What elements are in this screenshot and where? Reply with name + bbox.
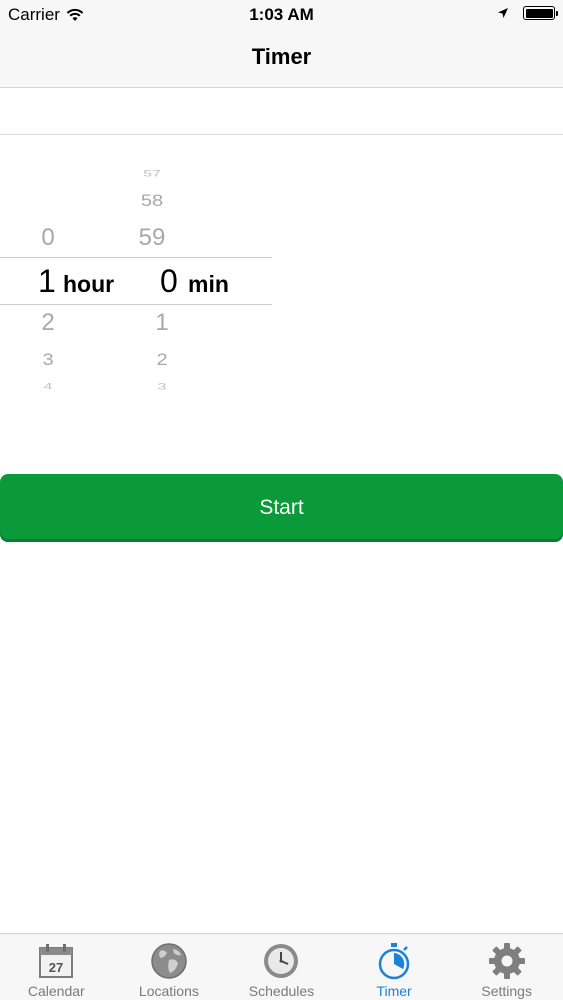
- tab-timer[interactable]: Timer: [338, 934, 451, 1000]
- hours-value-above-1[interactable]: 0: [34, 224, 62, 252]
- tab-locations[interactable]: Locations: [113, 934, 226, 1000]
- minutes-selected-value[interactable]: 0: [160, 263, 178, 300]
- minutes-value-above-3[interactable]: 57: [134, 169, 170, 180]
- minutes-value-above-1[interactable]: 59: [134, 224, 170, 252]
- minutes-unit-label: min: [188, 271, 229, 297]
- hours-value-below-1[interactable]: 2: [34, 309, 62, 337]
- minutes-value-above-2[interactable]: 58: [134, 192, 170, 212]
- clock-icon: [264, 944, 299, 978]
- status-right: [497, 6, 558, 20]
- calendar-icon: 27: [39, 944, 74, 978]
- tab-label-locations: Locations: [138, 983, 199, 999]
- hours-wheel[interactable]: 0 1 hour 2 3 4: [0, 150, 130, 405]
- tab-label-timer: Timer: [376, 983, 412, 999]
- gear-icon: [488, 943, 525, 979]
- tab-schedules[interactable]: Schedules: [225, 934, 338, 1000]
- hours-value-below-3[interactable]: 4: [34, 382, 62, 393]
- minutes-wheel[interactable]: 57 58 59 0 min 1 2 3: [130, 150, 272, 405]
- separator-line: [0, 134, 563, 135]
- start-button-label: Start: [259, 496, 304, 519]
- globe-icon: [151, 943, 187, 979]
- navigation-bar: Timer: [0, 30, 563, 88]
- calendar-day-number: 27: [49, 960, 63, 975]
- hours-unit-label: hour: [63, 271, 115, 297]
- location-arrow-icon: [498, 8, 508, 18]
- tab-bar: 27 Calendar Locations Schedules Timer Se…: [0, 933, 563, 1000]
- minutes-value-below-2[interactable]: 2: [148, 351, 176, 371]
- status-bar: Carrier 1:03 AM: [0, 0, 563, 30]
- tab-label-calendar: Calendar: [27, 983, 85, 999]
- tab-calendar[interactable]: 27 Calendar: [0, 934, 113, 1000]
- hours-selected-value[interactable]: 1: [38, 263, 56, 300]
- tab-settings[interactable]: Settings: [450, 934, 563, 1000]
- countdown-picker[interactable]: 0 1 hour 2 3 4 57 58 59 0 min 1 2 3: [0, 150, 272, 405]
- tab-label-schedules: Schedules: [248, 983, 315, 999]
- tab-label-settings: Settings: [481, 983, 532, 999]
- stopwatch-icon: [378, 943, 410, 980]
- battery-fill: [525, 8, 553, 18]
- start-button[interactable]: Start: [0, 474, 563, 542]
- page-title: Timer: [251, 44, 312, 69]
- minutes-value-below-1[interactable]: 1: [148, 309, 176, 337]
- battery-icon: [523, 6, 558, 20]
- status-time: 1:03 AM: [249, 5, 314, 24]
- minutes-value-below-3[interactable]: 3: [148, 382, 176, 393]
- hours-value-below-2[interactable]: 3: [34, 351, 62, 371]
